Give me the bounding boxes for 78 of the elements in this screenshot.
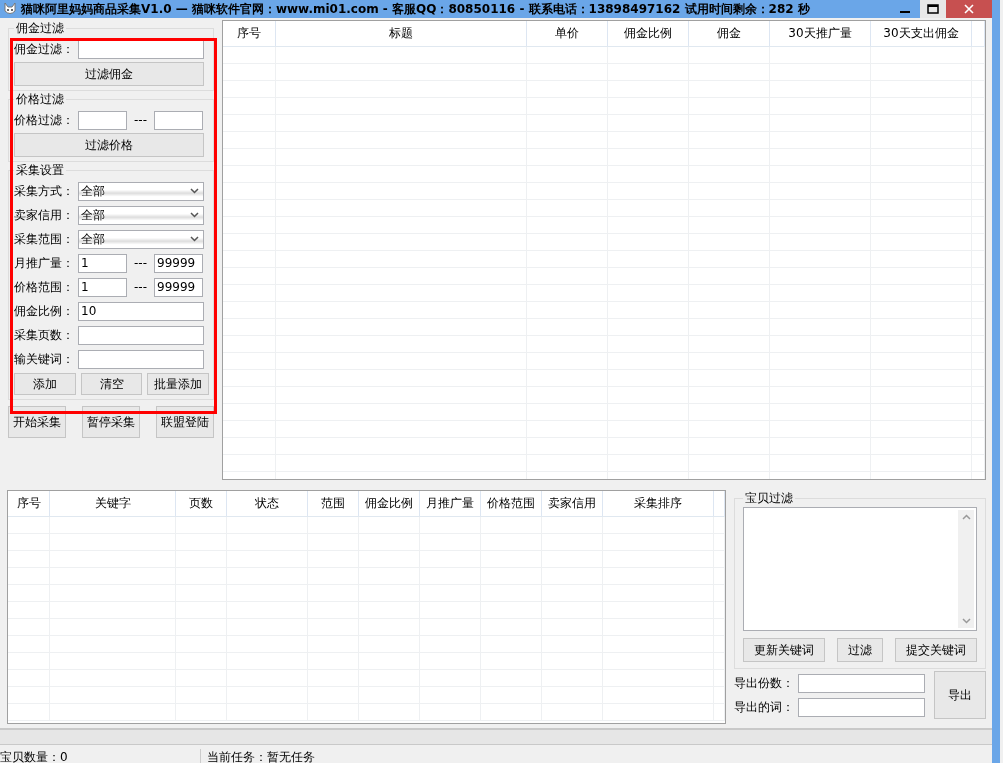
filter-button[interactable]: 过滤价格 xyxy=(14,133,204,157)
window-title: 猫咪阿里妈妈商品采集V1.0 — 猫咪软件官网：www.mi01.com - 客服QQ：80850116 - 联系电话：13898497162 试用时间剩余：282 秒 xyxy=(21,0,811,18)
chevron-down-icon xyxy=(190,212,199,218)
action-button[interactable]: 开始采集 xyxy=(8,406,66,438)
column-header[interactable]: 卖家信用 xyxy=(542,491,603,516)
column-header[interactable]: 30天支出佣金 xyxy=(871,21,972,46)
status-text: 宝贝数量：0 xyxy=(0,748,201,763)
dropdown[interactable]: 全部 xyxy=(78,205,204,225)
action-button[interactable]: 过滤 xyxy=(837,638,883,662)
group-title: 采集设置 xyxy=(15,162,65,179)
column-header[interactable]: 序号 xyxy=(223,21,276,46)
column-header[interactable]: 月推广量 xyxy=(420,491,481,516)
group-title: 价格过滤 xyxy=(15,91,65,108)
range-separator: --- xyxy=(133,280,148,294)
input-field[interactable] xyxy=(798,697,925,717)
minimize-icon xyxy=(900,11,910,13)
field-label: 卖家信用： xyxy=(14,206,75,224)
field-label: 采集方式： xyxy=(14,182,75,200)
field-label: 导出份数： xyxy=(734,674,795,692)
column-header[interactable]: 佣金比例 xyxy=(608,21,689,46)
action-button[interactable]: 更新关键词 xyxy=(743,638,825,662)
field-label: 采集范围： xyxy=(14,230,75,248)
range-separator: --- xyxy=(133,256,148,270)
status-text: 当前任务：暂无任务 xyxy=(206,748,315,763)
field-label: 价格范围： xyxy=(14,278,75,296)
export-button[interactable]: 导出 xyxy=(934,671,986,719)
action-button[interactable]: 批量添加 xyxy=(147,373,209,395)
input-field[interactable]: 99999 xyxy=(154,277,203,297)
field-label: 导出的词： xyxy=(734,698,795,716)
field-label: 价格过滤： xyxy=(14,111,75,129)
chevron-up-icon xyxy=(961,514,971,520)
input-field[interactable]: 1 xyxy=(78,277,127,297)
chevron-down-icon xyxy=(190,236,199,242)
maximize-icon xyxy=(927,4,939,14)
input-field[interactable]: 99999 xyxy=(154,253,203,273)
field-label: 佣金比例： xyxy=(14,302,75,320)
action-button[interactable]: 提交关键词 xyxy=(895,638,977,662)
dropdown[interactable]: 全部 xyxy=(78,229,204,249)
action-button[interactable]: 暂停采集 xyxy=(82,406,140,438)
close-icon xyxy=(964,4,974,14)
input-field[interactable] xyxy=(78,110,127,130)
action-button[interactable]: 联盟登陆 xyxy=(156,406,214,438)
column-header[interactable]: 30天推广量 xyxy=(770,21,871,46)
cat-icon xyxy=(3,2,17,16)
column-header[interactable]: 标题 xyxy=(276,21,527,46)
column-header[interactable]: 采集排序 xyxy=(603,491,714,516)
column-header[interactable]: 价格范围 xyxy=(481,491,542,516)
field-label: 佣金过滤： xyxy=(14,40,75,58)
group-title: 宝贝过滤 xyxy=(744,490,794,507)
filter-button[interactable]: 过滤佣金 xyxy=(14,62,204,86)
field-label: 输关键词： xyxy=(14,350,75,368)
action-button[interactable]: 清空 xyxy=(80,373,143,395)
column-header[interactable]: 单价 xyxy=(527,21,608,46)
maximize-button[interactable] xyxy=(920,0,946,18)
field-label: 采集页数： xyxy=(14,326,75,344)
field-label: 月推广量： xyxy=(14,254,75,272)
input-field[interactable] xyxy=(78,349,204,369)
chevron-down-icon xyxy=(190,188,199,194)
column-header[interactable]: 页数 xyxy=(176,491,227,516)
chevron-down-icon xyxy=(961,618,971,624)
text-area[interactable] xyxy=(743,507,977,631)
column-header[interactable]: 序号 xyxy=(8,491,50,516)
column-header[interactable]: 佣金 xyxy=(689,21,770,46)
input-field[interactable]: 10 xyxy=(78,301,204,321)
action-button[interactable]: 添加 xyxy=(14,373,76,395)
range-separator: --- xyxy=(133,113,148,127)
dropdown[interactable]: 全部 xyxy=(78,181,204,201)
scrollbar[interactable] xyxy=(0,728,992,745)
input-field[interactable] xyxy=(154,110,203,130)
input-field[interactable] xyxy=(78,325,204,345)
input-field[interactable] xyxy=(798,673,925,693)
group-title: 佣金过滤 xyxy=(15,20,65,37)
column-header[interactable]: 范围 xyxy=(308,491,359,516)
column-header[interactable]: 佣金比例 xyxy=(359,491,420,516)
column-header[interactable]: 状态 xyxy=(227,491,308,516)
scrollbar[interactable] xyxy=(958,510,974,628)
input-field[interactable]: 1 xyxy=(78,253,127,273)
column-header[interactable]: 关键字 xyxy=(50,491,176,516)
